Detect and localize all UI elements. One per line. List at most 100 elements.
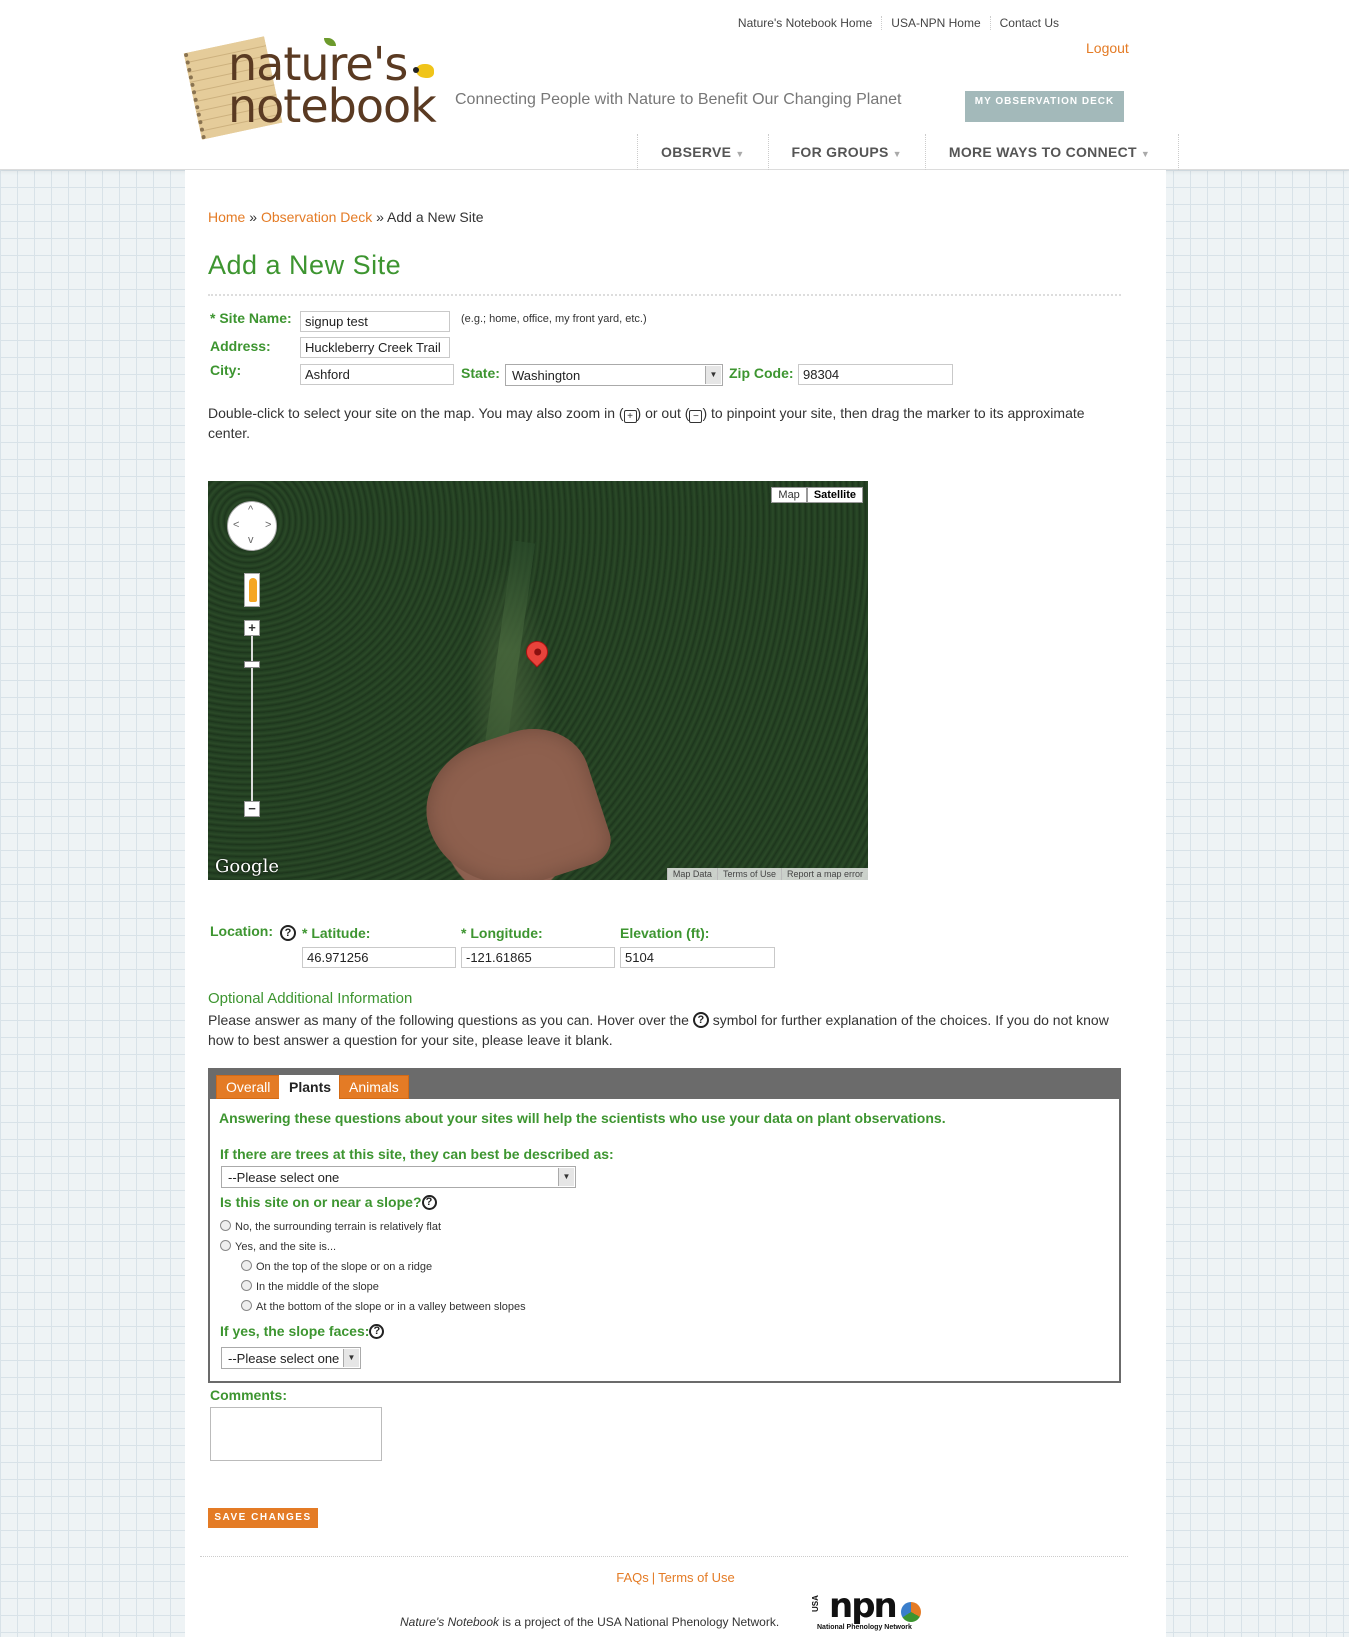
pan-left-icon[interactable]: <: [233, 519, 239, 531]
breadcrumb-observation-deck[interactable]: Observation Deck: [261, 209, 372, 225]
slope-option-middle[interactable]: In the middle of the slope: [241, 1280, 379, 1293]
elevation-label: Elevation (ft):: [620, 925, 710, 941]
map-terms-link[interactable]: Terms of Use: [716, 868, 781, 880]
link-contact-us[interactable]: Contact Us: [989, 16, 1068, 30]
map-zoom-in-button[interactable]: +: [244, 620, 260, 636]
page-title: Add a New Site: [208, 250, 402, 280]
map-clearing: [408, 713, 618, 880]
terms-of-use-link[interactable]: Terms of Use: [658, 1570, 735, 1585]
latitude-input[interactable]: 46.971256: [302, 947, 456, 968]
radio-button[interactable]: [241, 1300, 252, 1311]
divider: [208, 294, 1121, 296]
npn-logo[interactable]: USA npn National Phenology Network: [811, 1586, 927, 1631]
breadcrumb-home[interactable]: Home: [208, 209, 245, 225]
site-header: Nature's Notebook Home USA-NPN Home Contac…: [0, 0, 1349, 170]
slope-question: Is this site on or near a slope??: [220, 1194, 437, 1210]
location-label: Location:: [210, 923, 273, 939]
logout-link[interactable]: Logout: [1086, 40, 1129, 56]
zoom-in-icon: +: [623, 410, 637, 423]
zoom-slider-track[interactable]: [251, 629, 253, 811]
trees-select[interactable]: --Please select one ▼: [221, 1166, 576, 1188]
state-label: State:: [461, 365, 500, 381]
nav-more-ways-to-connect[interactable]: MORE WAYS TO CONNECT ▼: [926, 134, 1180, 170]
slope-option-bottom[interactable]: At the bottom of the slope or in a valle…: [241, 1300, 526, 1313]
bird-icon: [413, 64, 434, 78]
map-instructions: Double-click to select your site on the …: [208, 405, 1085, 441]
map-zoom-out-button[interactable]: −: [244, 801, 260, 817]
pan-control[interactable]: ^ v < >: [227, 501, 277, 551]
map-data-link[interactable]: Map Data: [666, 868, 717, 880]
report-map-error-link[interactable]: Report a map error: [780, 868, 868, 880]
map-type-map-button[interactable]: Map: [771, 487, 807, 503]
zip-label: Zip Code:: [729, 365, 794, 381]
site-name-hint: (e.g.; home, office, my front yard, etc.…: [461, 313, 647, 325]
slope-option-flat[interactable]: No, the surrounding terrain is relativel…: [220, 1220, 441, 1233]
trees-question: If there are trees at this site, they ca…: [220, 1146, 614, 1162]
plants-intro: Answering these questions about your sit…: [219, 1110, 946, 1126]
help-icon[interactable]: ?: [280, 925, 296, 941]
address-input[interactable]: Huckleberry Creek Trail: [300, 337, 450, 358]
npn-logo-mark: [901, 1602, 921, 1622]
radio-button[interactable]: [220, 1220, 231, 1231]
help-icon: ?: [692, 1012, 709, 1028]
map-footer: Map Data Terms of Use Report a map error: [666, 868, 868, 880]
satellite-map[interactable]: Map Satellite ^ v < > + − Google Map Dat…: [208, 481, 868, 880]
zoom-out-icon: −: [689, 410, 703, 423]
site-logo[interactable]: nature's notebook: [183, 36, 447, 141]
logo-word-notebook: notebook: [228, 79, 437, 133]
breadcrumb: Home » Observation Deck » Add a New Site: [208, 209, 484, 225]
radio-button[interactable]: [241, 1280, 252, 1291]
slope-option-top[interactable]: On the top of the slope or on a ridge: [241, 1260, 432, 1273]
footer-divider: [200, 1556, 1128, 1557]
state-select[interactable]: Washington ▼: [505, 364, 723, 386]
slope-faces-question: If yes, the slope faces:?: [220, 1323, 385, 1339]
tab-plants[interactable]: Plants: [279, 1075, 342, 1099]
help-icon[interactable]: ?: [421, 1195, 437, 1210]
optional-info-text: Please answer as many of the following q…: [208, 1012, 1109, 1048]
footer-links: FAQs | Terms of Use: [616, 1570, 735, 1585]
location-help: ?: [280, 925, 296, 943]
utility-links: Nature's Notebook Home USA-NPN Home Contac…: [729, 16, 1068, 30]
my-observation-deck-button[interactable]: MY OBSERVATION DECK: [965, 91, 1124, 122]
comments-textarea[interactable]: [210, 1407, 382, 1461]
nav-for-groups[interactable]: FOR GROUPS ▼: [769, 134, 926, 170]
site-name-input[interactable]: signup test: [300, 311, 450, 332]
footer-note: Nature's Notebook is a project of the US…: [400, 1615, 780, 1629]
zoom-slider-thumb[interactable]: [244, 661, 260, 668]
caret-down-icon: ▼: [892, 149, 902, 159]
radio-button[interactable]: [220, 1240, 231, 1251]
pan-up-icon[interactable]: ^: [248, 504, 253, 516]
link-usa-npn-home[interactable]: USA-NPN Home: [881, 16, 989, 30]
longitude-input[interactable]: -121.61865: [461, 947, 615, 968]
street-view-pegman-icon[interactable]: [244, 573, 260, 607]
optional-info-title: Optional Additional Information: [208, 990, 413, 1007]
main-nav: OBSERVE ▼ FOR GROUPS ▼ MORE WAYS TO CONNEC…: [637, 134, 1180, 170]
link-natures-notebook-home[interactable]: Nature's Notebook Home: [729, 16, 881, 30]
city-input[interactable]: Ashford: [300, 364, 454, 385]
dropdown-arrow-icon: ▼: [705, 366, 721, 384]
breadcrumb-current: Add a New Site: [387, 209, 484, 225]
save-changes-button[interactable]: SAVE CHANGES: [208, 1508, 318, 1528]
map-type-satellite-button[interactable]: Satellite: [806, 487, 863, 503]
pan-right-icon[interactable]: >: [265, 519, 271, 531]
dropdown-arrow-icon: ▼: [343, 1349, 359, 1367]
nav-observe[interactable]: OBSERVE ▼: [638, 134, 769, 170]
faqs-link[interactable]: FAQs: [616, 1570, 649, 1585]
slope-option-yes[interactable]: Yes, and the site is...: [220, 1240, 336, 1253]
comments-label: Comments:: [210, 1387, 288, 1403]
radio-button[interactable]: [241, 1260, 252, 1271]
tab-overall[interactable]: Overall: [216, 1075, 281, 1099]
slope-faces-select[interactable]: --Please select one ▼: [221, 1347, 361, 1369]
help-icon[interactable]: ?: [369, 1324, 385, 1339]
map-type-control: Map Satellite: [771, 487, 863, 503]
main-content: Home » Observation Deck » Add a New Site…: [185, 170, 1166, 1637]
address-label: Address:: [210, 338, 271, 354]
zip-input[interactable]: 98304: [798, 364, 953, 385]
city-label: City:: [210, 362, 242, 378]
map-marker-icon[interactable]: [521, 636, 553, 668]
pan-down-icon[interactable]: v: [248, 534, 254, 546]
tagline: Connecting People with Nature to Benefit…: [455, 91, 902, 108]
caret-down-icon: ▼: [1140, 149, 1151, 159]
elevation-input[interactable]: 5104: [620, 947, 775, 968]
tab-animals[interactable]: Animals: [339, 1075, 409, 1099]
